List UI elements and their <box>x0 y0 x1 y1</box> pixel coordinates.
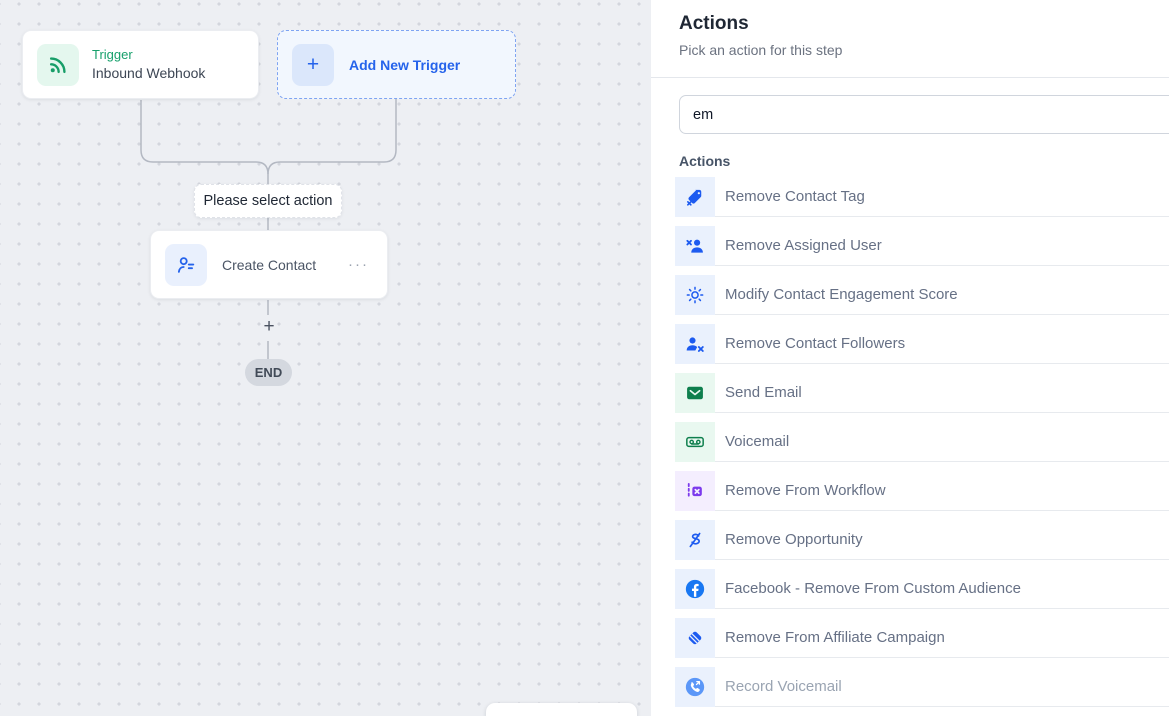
select-action-tooltip: Please select action <box>194 184 342 218</box>
followers-remove-icon <box>675 324 715 364</box>
action-list-item[interactable]: Remove Contact Followers <box>675 324 1169 364</box>
action-list-item[interactable]: Remove Assigned User <box>675 226 1169 266</box>
send-email-icon <box>675 373 715 413</box>
create-contact-title: Create Contact <box>222 257 344 273</box>
facebook-icon <box>675 569 715 609</box>
create-contact-node[interactable]: Create Contact ··· <box>150 230 388 299</box>
add-new-trigger-label: Add New Trigger <box>349 57 460 73</box>
workflow-canvas[interactable]: Trigger Inbound Webhook + Add New Trigge… <box>0 0 651 716</box>
divider <box>651 77 1169 78</box>
create-contact-icon <box>165 244 207 286</box>
action-list-item[interactable]: Remove Opportunity <box>675 520 1169 560</box>
user-remove-icon <box>675 226 715 266</box>
trigger-category: Trigger <box>92 46 205 64</box>
add-step-icon[interactable]: + <box>259 316 279 338</box>
node-menu-icon[interactable]: ··· <box>344 254 373 275</box>
action-list-item[interactable]: Send Email <box>675 373 1169 413</box>
workflow-remove-icon <box>675 471 715 511</box>
trigger-title: Inbound Webhook <box>92 64 205 83</box>
action-list-item[interactable]: Voicemail <box>675 422 1169 462</box>
affiliate-remove-icon <box>675 618 715 658</box>
panel-title: Actions <box>679 13 1169 35</box>
plus-icon: + <box>292 44 334 86</box>
action-list: Remove Contact Tag Remove Assigned User … <box>675 177 1169 707</box>
voicemail-icon <box>675 422 715 462</box>
tag-remove-icon <box>675 177 715 217</box>
action-list-item[interactable]: Remove From Workflow <box>675 471 1169 511</box>
end-badge: END <box>245 359 292 386</box>
webhook-icon <box>37 44 79 86</box>
action-search-input[interactable] <box>679 95 1169 134</box>
action-list-item[interactable]: Remove Contact Tag <box>675 177 1169 217</box>
action-list-item[interactable]: Modify Contact Engagement Score <box>675 275 1169 315</box>
engagement-score-icon <box>675 275 715 315</box>
action-list-item[interactable]: Remove From Affiliate Campaign <box>675 618 1169 658</box>
workflow-builder: Trigger Inbound Webhook + Add New Trigge… <box>0 0 1169 716</box>
canvas-toolbar-partial[interactable] <box>486 703 637 716</box>
connector-lines <box>0 0 651 716</box>
actions-section-label: Actions <box>679 153 1169 169</box>
action-list-item[interactable]: Facebook - Remove From Custom Audience <box>675 569 1169 609</box>
opportunity-remove-icon <box>675 520 715 560</box>
actions-panel: Actions Pick an action for this step Act… <box>651 0 1169 716</box>
add-new-trigger-button[interactable]: + Add New Trigger <box>277 30 516 99</box>
record-voicemail-icon <box>675 667 715 707</box>
panel-subtitle: Pick an action for this step <box>679 42 1169 58</box>
trigger-node[interactable]: Trigger Inbound Webhook <box>22 30 259 99</box>
action-list-item[interactable]: Record Voicemail <box>675 667 1169 707</box>
